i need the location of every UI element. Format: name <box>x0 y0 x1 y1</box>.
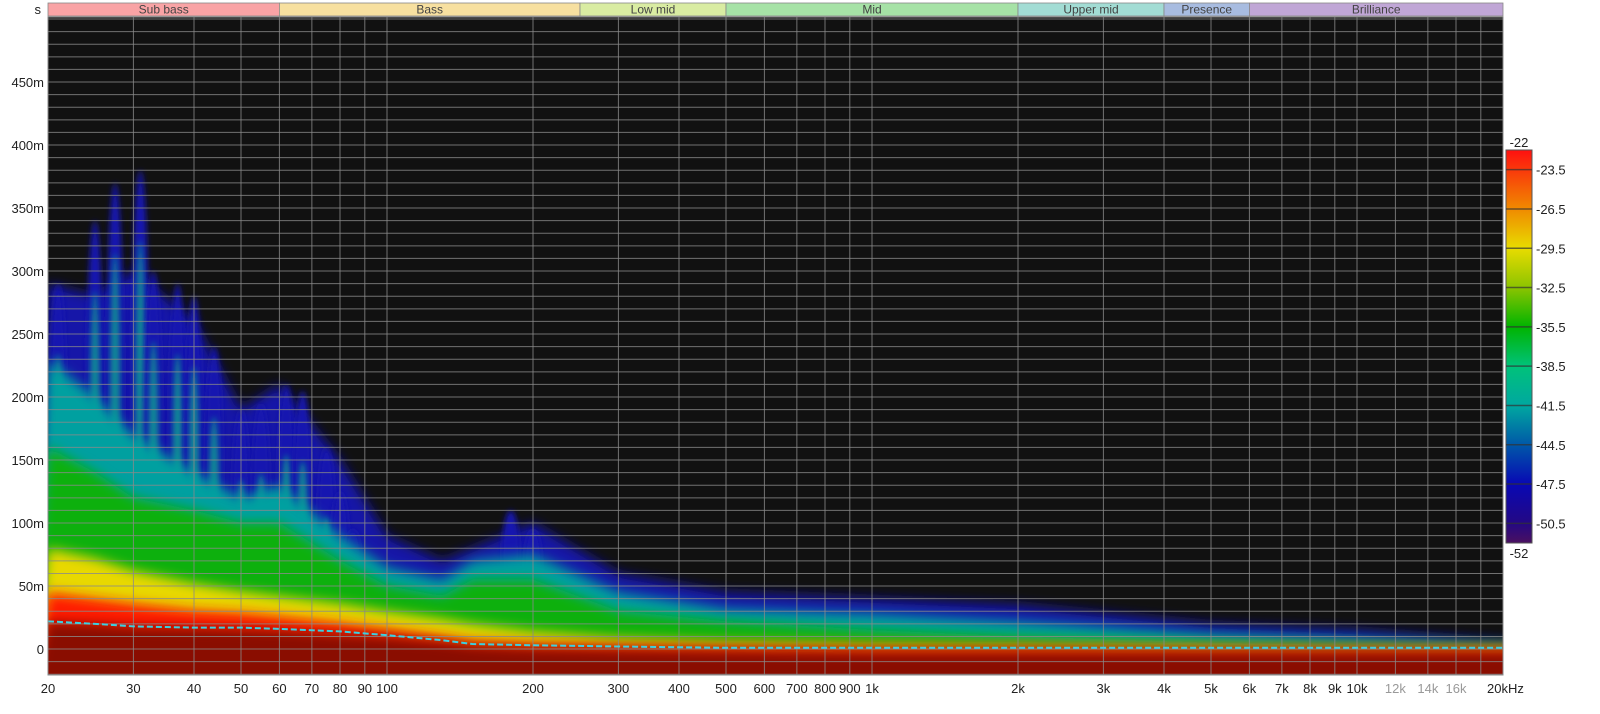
y-tick-label: 100m <box>11 516 44 531</box>
x-tick-label: 12k <box>1385 681 1406 696</box>
x-tick-label: 90 <box>358 681 372 696</box>
y-tick-label: 150m <box>11 453 44 468</box>
colorbar-tick-label: -41.5 <box>1536 398 1566 413</box>
x-tick-label: 40 <box>187 681 201 696</box>
x-tick-label: 9k <box>1328 681 1342 696</box>
band-label: Low mid <box>631 3 676 17</box>
x-tick-label: 80 <box>333 681 347 696</box>
x-tick-label: 50 <box>234 681 248 696</box>
y-tick-label: 300m <box>11 264 44 279</box>
spectrogram-chart: Sub bass Bass Low mid Mid Upper mid Presence B… <box>11 2 1566 696</box>
colorbar-tick-label: -50.5 <box>1536 516 1566 531</box>
colorbar-tick-label: -26.5 <box>1536 202 1566 217</box>
colorbar-min-label: -52 <box>1510 546 1529 561</box>
x-tick-label: 200 <box>522 681 544 696</box>
x-tick-label: 600 <box>754 681 776 696</box>
x-tick-label: 16k <box>1446 681 1467 696</box>
x-tick-label: 8k <box>1303 681 1317 696</box>
x-tick-label: 6k <box>1243 681 1257 696</box>
x-tick-label: 4k <box>1157 681 1171 696</box>
x-tick-label: 70 <box>305 681 319 696</box>
x-tick-label: 7k <box>1275 681 1289 696</box>
x-tick-label: 700 <box>786 681 808 696</box>
x-tick-label: 5k <box>1204 681 1218 696</box>
colorbar-tick-label: -29.5 <box>1536 241 1566 256</box>
y-axis-unit: s <box>35 2 42 17</box>
x-axis: 20 30 40 50 60 70 80 90 100 200 300 400 500 600 700 800… <box>41 681 1524 696</box>
x-tick-label: 100 <box>376 681 398 696</box>
x-tick-label: 400 <box>668 681 690 696</box>
y-tick-label: 200m <box>11 390 44 405</box>
band-label: Sub bass <box>139 3 189 17</box>
x-tick-label: 300 <box>608 681 630 696</box>
y-tick-label: 0 <box>37 642 44 657</box>
x-tick-label: 2k <box>1011 681 1025 696</box>
colorbar-tick-label: -35.5 <box>1536 320 1566 335</box>
x-tick-label: 20kHz <box>1487 681 1524 696</box>
x-tick-label: 500 <box>715 681 737 696</box>
x-tick-label: 900 <box>839 681 861 696</box>
colorbar-tick-label: -44.5 <box>1536 438 1566 453</box>
y-tick-label: 400m <box>11 138 44 153</box>
frequency-bands: Sub bass Bass Low mid Mid Upper mid Presence B… <box>47 3 1504 17</box>
colorbar-tick-label: -32.5 <box>1536 281 1566 296</box>
colorbar-tick-label: -23.5 <box>1536 163 1566 178</box>
x-tick-label: 800 <box>814 681 836 696</box>
colorbar-max-label: -22 <box>1510 135 1529 150</box>
y-tick-label: 350m <box>11 201 44 216</box>
colorbar-tick-label: -38.5 <box>1536 359 1566 374</box>
band-label: Upper mid <box>1063 3 1118 17</box>
band-label: Mid <box>862 3 881 17</box>
colorbar: -22 -52 -23.5 -26.5 -29.5 -32.5 -35.5 -38.5 -41.… <box>1505 135 1566 561</box>
x-tick-label: 10k <box>1347 681 1368 696</box>
x-tick-label: 30 <box>126 681 140 696</box>
y-tick-label: 450m <box>11 75 44 90</box>
x-tick-label: 1k <box>865 681 879 696</box>
band-label: Brilliance <box>1352 3 1401 17</box>
x-tick-label: 14k <box>1417 681 1438 696</box>
y-tick-label: 250m <box>11 327 44 342</box>
band-label: Presence <box>1181 3 1232 17</box>
x-tick-label: 3k <box>1097 681 1111 696</box>
x-tick-label: 20 <box>41 681 55 696</box>
band-label: Bass <box>416 3 443 17</box>
y-axis: 0 50m 100m 150m 200m 250m 300m 350m 400m 450m <box>11 75 44 657</box>
colorbar-tick-label: -47.5 <box>1536 477 1566 492</box>
x-tick-label: 60 <box>272 681 286 696</box>
y-tick-label: 50m <box>19 579 44 594</box>
